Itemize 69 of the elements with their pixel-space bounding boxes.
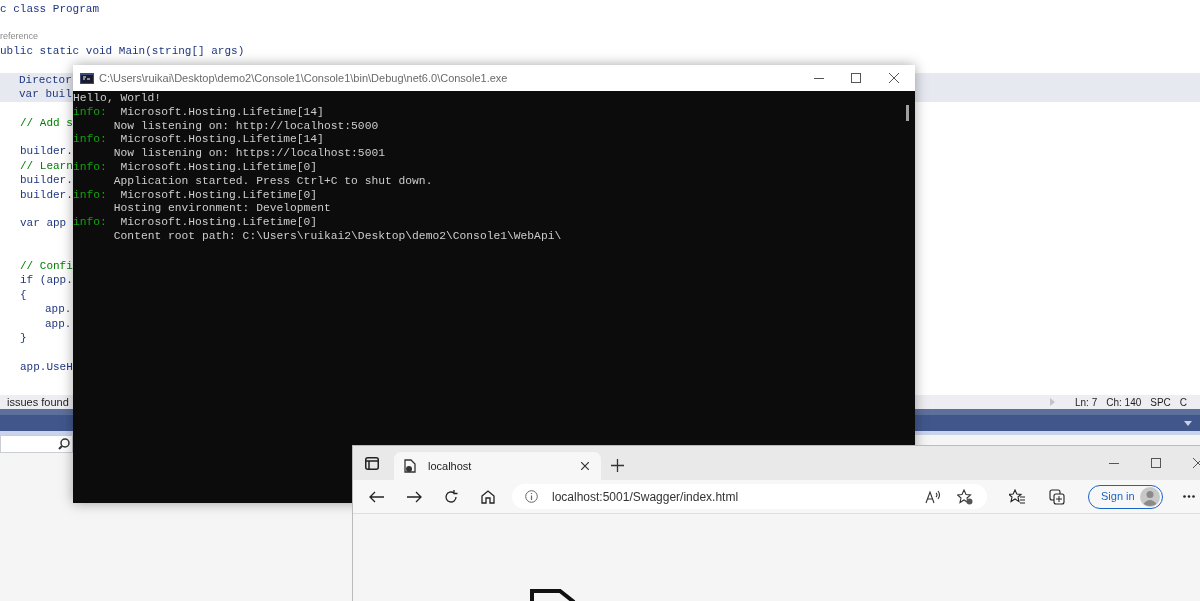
code-line: } xyxy=(20,331,27,346)
log-message: Hosting environment: Development xyxy=(113,202,331,215)
refresh-icon[interactable] xyxy=(444,489,458,504)
log-message: Now listening on: http://localhost:5000 xyxy=(113,119,379,132)
status-item[interactable]: Ch: 140 xyxy=(1106,394,1142,410)
collections-icon[interactable] xyxy=(1049,488,1065,505)
status-item[interactable]: C xyxy=(1179,394,1188,410)
favorite-add-icon[interactable] xyxy=(957,488,973,505)
code-line: var buil xyxy=(19,87,72,102)
issues-status[interactable]: issues found xyxy=(7,393,69,411)
log-message: Now listening on: https://localhost:5001 xyxy=(113,147,385,160)
new-tab-icon[interactable] xyxy=(611,459,624,472)
address-bar[interactable]: localhost:5001/Swagger/index.html xyxy=(512,484,987,509)
log-message: Content root path: C:\Users\ruikai2\Desktop\demo2\Console1\WebApi\ xyxy=(113,229,562,242)
read-aloud-icon[interactable] xyxy=(925,489,941,504)
code-line: builder. xyxy=(20,187,73,203)
code-line: app.UseH xyxy=(20,359,73,375)
code-comment: // Learn xyxy=(20,158,73,174)
code-line: Director xyxy=(19,72,72,88)
log-source: Microsoft.Hosting.Lifetime[14] xyxy=(120,105,324,118)
maximize-icon[interactable] xyxy=(1151,458,1161,468)
log-source: Microsoft.Hosting.Lifetime[0] xyxy=(120,161,318,173)
browser-tab[interactable]: localhost xyxy=(394,452,601,480)
scrollbar-thumb[interactable] xyxy=(906,105,909,121)
document-icon xyxy=(530,589,576,601)
log-level: info: xyxy=(73,105,107,118)
close-icon[interactable] xyxy=(889,73,899,83)
home-icon[interactable] xyxy=(481,489,495,504)
code-line: app. xyxy=(45,302,72,317)
close-icon[interactable] xyxy=(1193,458,1200,468)
caret-icon[interactable] xyxy=(1184,420,1192,426)
page-icon xyxy=(404,459,416,473)
code-line: var app xyxy=(20,216,67,231)
forward-icon[interactable] xyxy=(407,490,422,503)
log-message: Application started. Press Ctrl+C to shut down. xyxy=(113,174,433,187)
code-line: app. xyxy=(45,316,72,332)
log-level: info: xyxy=(73,188,107,201)
console-icon xyxy=(80,72,94,84)
tab-title: localhost xyxy=(428,458,472,474)
code-comment: // Add s xyxy=(20,115,73,131)
log-level: info: xyxy=(73,161,107,173)
log-source: Microsoft.Hosting.Lifetime[0] xyxy=(120,188,318,201)
code-line: { xyxy=(20,287,27,303)
close-icon[interactable] xyxy=(581,462,589,470)
status-item[interactable]: Ln: 7 xyxy=(1075,394,1098,410)
code-line: c class Program xyxy=(0,2,100,17)
console-output: Hello, World! xyxy=(73,92,162,104)
codelens-reference: reference xyxy=(0,30,39,43)
tab-actions-icon[interactable] xyxy=(365,457,379,470)
log-source: Microsoft.Hosting.Lifetime[14] xyxy=(120,133,324,146)
status-item[interactable]: SPC xyxy=(1150,394,1171,410)
code-line: builder. xyxy=(20,144,73,159)
maximize-icon[interactable] xyxy=(851,73,861,83)
search-field[interactable] xyxy=(0,435,73,453)
code-line: ublic static void Main(string[] args) xyxy=(0,44,245,59)
code-line: builder. xyxy=(20,173,73,188)
log-level: info: xyxy=(73,216,107,229)
code-comment: // Confi xyxy=(20,258,73,274)
favorites-icon[interactable] xyxy=(1009,489,1025,504)
log-level: info: xyxy=(73,133,107,146)
window-title: C:\Users\ruikai\Desktop\demo2\Console1\Console1\bin\Debug\net6.0\Console1.exe xyxy=(99,70,508,86)
info-icon[interactable] xyxy=(525,490,538,503)
search-icon xyxy=(58,438,70,450)
avatar-icon xyxy=(1140,486,1160,507)
url-text: localhost:5001/Swagger/index.html xyxy=(552,488,739,506)
more-icon[interactable] xyxy=(1183,495,1195,498)
back-icon[interactable] xyxy=(369,490,384,503)
code-line: if (app. xyxy=(20,273,73,288)
log-source: Microsoft.Hosting.Lifetime[0] xyxy=(120,216,318,229)
